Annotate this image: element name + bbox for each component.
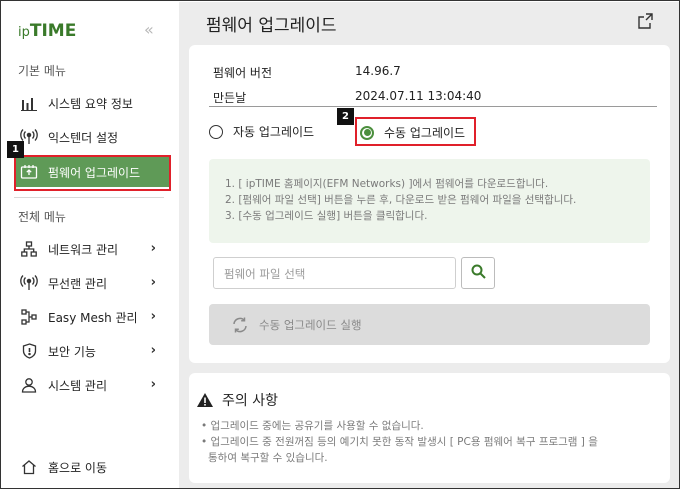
sidebar-item-easy-mesh[interactable]: Easy Mesh 관리 ›	[14, 302, 170, 332]
wireless-icon	[18, 274, 40, 292]
chevron-right-icon: ›	[150, 377, 156, 392]
chevron-right-icon: ›	[150, 343, 156, 358]
instructions-box: 1. [ ipTIME 홈페이지(EFM Networks) ]에서 펌웨어를 …	[209, 159, 650, 243]
sidebar-item-label: 보안 기능	[48, 344, 96, 359]
sidebar-item-system-management[interactable]: 시스템 관리 ›	[14, 370, 170, 400]
sidebar-item-label: Easy Mesh 관리	[48, 310, 138, 325]
caution-line-2: • 업그레이드 중 전원꺼짐 등의 예기치 못한 동작 발생시 [ PC용 펌웨…	[201, 436, 598, 448]
sidebar-item-home[interactable]: 홈으로 이동	[14, 452, 170, 482]
file-browse-button[interactable]	[461, 257, 495, 289]
sidebar-item-label: 시스템 관리	[48, 378, 108, 393]
sidebar-item-wireless[interactable]: 무선랜 관리 ›	[14, 268, 170, 298]
instruction-step-1: 1. [ ipTIME 홈페이지(EFM Networks) ]에서 펌웨어를 …	[225, 178, 549, 190]
caution-title: 주의 사항	[196, 390, 278, 410]
warning-icon	[196, 392, 214, 408]
step-badge-2: 2	[337, 108, 354, 125]
sidebar: ipTIME « 기본 메뉴 시스템 요약 정보 익스텐더 설정 펌웨어 업그레…	[2, 2, 178, 488]
sidebar-item-label: 익스텐더 설정	[48, 130, 119, 145]
info-divider	[209, 106, 657, 107]
app-frame: ipTIME « 기본 메뉴 시스템 요약 정보 익스텐더 설정 펌웨어 업그레…	[0, 0, 680, 489]
all-menu-label: 전체 메뉴	[18, 210, 66, 224]
sidebar-item-network[interactable]: 네트워크 관리 ›	[14, 234, 170, 264]
sidebar-item-system-summary[interactable]: 시스템 요약 정보	[14, 88, 170, 118]
caution-line-3: 통하여 복구할 수 있습니다.	[208, 452, 328, 464]
page-title: 펌웨어 업그레이드	[206, 16, 337, 36]
sidebar-item-label: 시스템 요약 정보	[48, 96, 133, 111]
sidebar-divider	[14, 197, 164, 198]
auto-upgrade-label: 자동 업그레이드	[233, 125, 315, 139]
build-date-value: 2024.07.11 13:04:40	[355, 89, 482, 103]
highlight-outline-firmware	[14, 155, 171, 191]
radio-unchecked-icon	[209, 124, 223, 139]
logo-ip-text: ip	[18, 25, 30, 40]
instruction-step-2: 2. [펌웨어 파일 선택] 버튼을 누른 후, 다운로드 받은 펌웨어 파일을…	[225, 194, 577, 206]
basic-menu-label: 기본 메뉴	[18, 64, 66, 78]
run-manual-upgrade-button[interactable]: 수동 업그레이드 실행	[209, 304, 650, 345]
run-button-label: 수동 업그레이드 실행	[259, 317, 362, 332]
logo-time-text: TIME	[29, 21, 77, 41]
bar-chart-icon	[18, 94, 40, 112]
step-badge-1: 1	[7, 141, 24, 158]
network-icon	[18, 240, 40, 258]
sidebar-item-label: 무선랜 관리	[48, 276, 108, 291]
firmware-version-label: 펌웨어 버전	[213, 66, 273, 80]
caution-title-text: 주의 사항	[222, 393, 278, 409]
instruction-step-3: 3. [수동 업그레이드 실행] 버튼을 클릭합니다.	[225, 210, 428, 222]
highlight-outline-manual	[355, 117, 476, 146]
chevron-right-icon: ›	[150, 241, 156, 256]
sidebar-item-extender-settings[interactable]: 익스텐더 설정	[14, 122, 170, 152]
chevron-right-icon: ›	[150, 275, 156, 290]
main-content: 펌웨어 업그레이드 펌웨어 버전 14.96.7 만든날 2024.07.11 …	[179, 2, 679, 488]
sidebar-item-label: 네트워크 관리	[48, 242, 119, 257]
build-date-label: 만든날	[213, 91, 247, 105]
caution-line-1: • 업그레이드 중에는 공유기를 사용할 수 없습니다.	[201, 420, 424, 432]
firmware-version-value: 14.96.7	[355, 64, 401, 78]
user-icon	[18, 376, 40, 394]
mesh-icon	[18, 308, 40, 326]
collapse-sidebar-icon[interactable]: «	[144, 20, 154, 39]
sidebar-item-label: 홈으로 이동	[48, 460, 108, 475]
iptime-logo[interactable]: ipTIME	[18, 21, 76, 41]
chevron-right-icon: ›	[150, 309, 156, 324]
auto-upgrade-radio[interactable]: 자동 업그레이드	[209, 123, 314, 140]
refresh-icon	[231, 316, 249, 334]
search-icon	[471, 264, 486, 283]
home-icon	[18, 458, 40, 476]
shield-icon	[18, 342, 40, 360]
firmware-card: 펌웨어 버전 14.96.7 만든날 2024.07.11 13:04:40 자…	[189, 45, 670, 363]
share-icon[interactable]	[637, 12, 655, 30]
sidebar-item-security[interactable]: 보안 기능 ›	[14, 336, 170, 366]
firmware-file-input[interactable]: 펌웨어 파일 선택	[213, 257, 456, 289]
